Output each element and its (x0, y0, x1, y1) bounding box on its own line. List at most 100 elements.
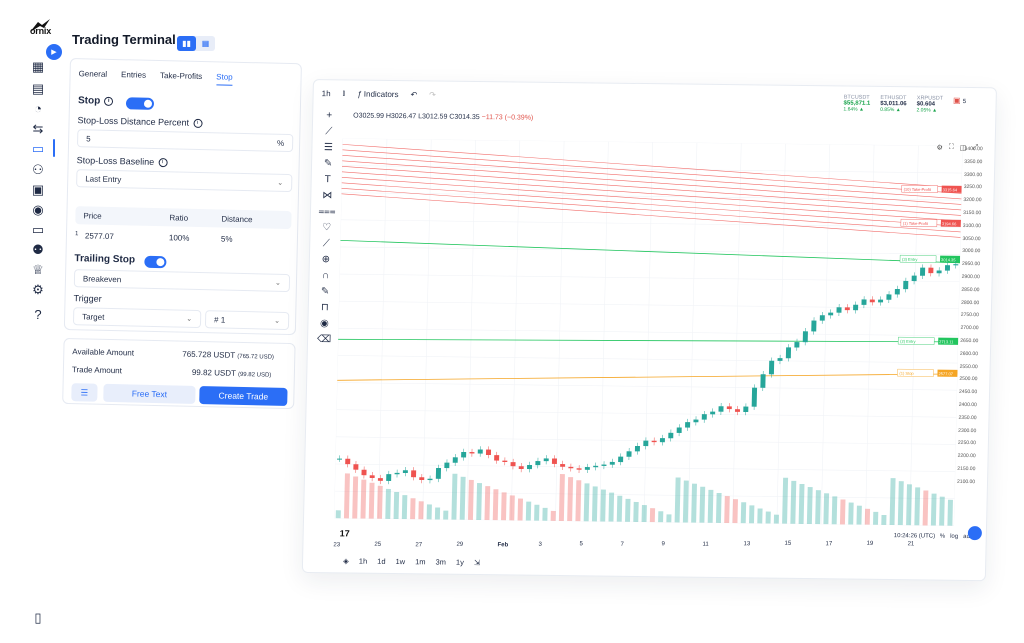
layers-icon[interactable]: ◈ (343, 556, 349, 565)
trendline-icon[interactable]: ⟋ (319, 126, 339, 142)
trigger-select[interactable]: Target ⌄ (72, 307, 202, 329)
fib-icon[interactable]: ☰ (318, 142, 338, 158)
info-icon[interactable]: i (158, 158, 168, 168)
volume-bar (740, 502, 747, 524)
free-text-button[interactable]: Free Text (103, 383, 196, 404)
interval-1m[interactable]: 1m (415, 557, 426, 566)
log-scale-toggle[interactable]: log (950, 534, 958, 540)
candle-body (794, 342, 800, 348)
trailing-stop-toggle[interactable] (144, 255, 167, 269)
trash-icon[interactable]: ⌫ (314, 334, 334, 350)
ruler-lines-icon[interactable]: ⩶ (317, 206, 337, 222)
tab-general[interactable]: General (78, 69, 108, 83)
measure-icon[interactable]: ⟋ (316, 238, 336, 254)
baseline-select[interactable]: Last Entry ⌄ (76, 169, 293, 193)
bot-icon[interactable]: ⚇ (30, 161, 46, 177)
trailing-stop-select[interactable]: Breakeven ⌄ (73, 269, 291, 293)
pattern-icon[interactable]: ⋈ (317, 190, 337, 206)
price-tick-label: 3400.00 (964, 145, 983, 153)
distance-input[interactable]: 5 % (76, 129, 294, 153)
trigger-number-select[interactable]: # 1 ⌄ (204, 310, 290, 331)
interval-1y[interactable]: 1y (456, 558, 464, 567)
volume-bar (550, 510, 556, 521)
redo-icon[interactable]: ↷ (429, 90, 436, 99)
tab-stop[interactable]: Stop (216, 72, 233, 86)
take-profit-line (342, 166, 962, 211)
candle-body (685, 422, 691, 428)
ticker-xrp[interactable]: XRPUSDT $0.604 2.05% ▲ (916, 95, 943, 113)
lock-icon[interactable]: ⊓ (315, 302, 335, 318)
time-tick-label: 29 (456, 541, 464, 549)
take-profit-line (342, 144, 962, 189)
table-row: 1 2577.07 100% 5% (75, 226, 291, 249)
volume-bar (608, 492, 615, 522)
brush-icon[interactable]: ✎ (318, 158, 338, 174)
price-tick-label: 3200.00 (963, 197, 982, 204)
candle-body (576, 468, 582, 470)
eye-icon[interactable]: ◉ (30, 201, 46, 217)
candle-type-icon[interactable]: ⫾ (342, 88, 345, 98)
crosshair-icon[interactable]: + (319, 110, 339, 126)
percent-scale-toggle[interactable]: % (940, 534, 945, 540)
stop-toggle[interactable] (125, 97, 155, 110)
price-chart[interactable]: (10) Take-Profit 3315.64 (1) Take-Profit 31… (334, 138, 963, 526)
create-trade-button[interactable]: Create Trade (199, 386, 288, 407)
interval-3m[interactable]: 3m (435, 558, 446, 567)
interval-1h[interactable]: 1h (359, 557, 368, 566)
info-icon[interactable]: i (193, 118, 203, 129)
pie-chart-icon[interactable]: ◔ (30, 100, 46, 116)
candle-body (584, 467, 590, 470)
candle-body (861, 299, 867, 305)
candle-body (345, 458, 351, 465)
grid-layout-icon[interactable]: ▦ (196, 36, 215, 51)
text-icon[interactable]: T (317, 174, 337, 190)
row-distance: 5% (220, 234, 233, 244)
interval-1d[interactable]: 1d (377, 557, 386, 566)
monitor-icon[interactable]: ▭ (30, 140, 46, 156)
chart-clock: 10:24:26 (UTC) (893, 533, 936, 540)
chat-button[interactable] (967, 526, 983, 541)
help-icon[interactable]: ? (30, 306, 46, 322)
price-header: Price (83, 211, 102, 221)
collapse-sidebar-button[interactable]: ▶ (46, 44, 62, 60)
volume-bar (484, 486, 491, 521)
visibility-icon[interactable]: ◉ (314, 318, 334, 334)
interval-1w[interactable]: 1w (395, 557, 405, 566)
ohlc-readout: O3025.99 H3026.47 L3012.59 C3014.35 −11.… (353, 112, 533, 121)
indicators-button[interactable]: ƒ Indicators (357, 89, 399, 99)
heart-icon[interactable]: ♡ (316, 222, 336, 238)
info-icon[interactable]: i (104, 96, 114, 106)
candle-body (510, 462, 516, 467)
zoom-in-icon[interactable]: ⊕ (316, 254, 336, 270)
magnet-icon[interactable]: ∩ (315, 270, 335, 286)
volume-bar (765, 511, 771, 524)
table-icon[interactable]: ▤ (30, 80, 46, 96)
interval-selector[interactable]: 1h (322, 89, 331, 98)
available-value-text: 765.728 USDT (182, 349, 236, 360)
list-button[interactable]: ☰ (71, 383, 98, 402)
grid-icon[interactable]: ▦ (30, 58, 46, 74)
document-icon[interactable]: ▯ (30, 609, 46, 625)
single-layout-icon[interactable]: ▮▮ (177, 36, 196, 51)
robot-icon[interactable]: ▣ (30, 181, 46, 197)
swap-icon[interactable]: ⇆ (30, 120, 46, 136)
candle-body (452, 457, 458, 463)
notifications-button[interactable]: ▣ 5 (953, 96, 967, 114)
ticker-eth[interactable]: ETHUSDT $3,011.06 0.85% ▲ (880, 95, 907, 113)
undo-icon[interactable]: ↶ (410, 90, 417, 99)
volume-bar (492, 489, 499, 521)
distance-value: 5 (86, 133, 91, 143)
lock-draw-icon[interactable]: ✎ (315, 286, 335, 302)
crown-icon[interactable]: ♕ (30, 261, 46, 277)
tab-take-profits[interactable]: Take-Profits (160, 71, 202, 85)
layout-toggle[interactable]: ▮▮ ▦ (177, 36, 215, 51)
volume-bar (947, 499, 953, 526)
settings-icon[interactable]: ⚙ (30, 281, 46, 297)
date-range-icon[interactable]: ⇲ (474, 558, 481, 567)
volume-bar (641, 505, 647, 523)
candle-body (953, 264, 959, 266)
ticker-btc[interactable]: BTCUSDT $55,871.1 1.64% ▲ (843, 94, 870, 112)
users-icon[interactable]: ⚉ (30, 241, 46, 257)
tab-entries[interactable]: Entries (121, 70, 146, 84)
card-icon[interactable]: ▭ (30, 221, 46, 237)
